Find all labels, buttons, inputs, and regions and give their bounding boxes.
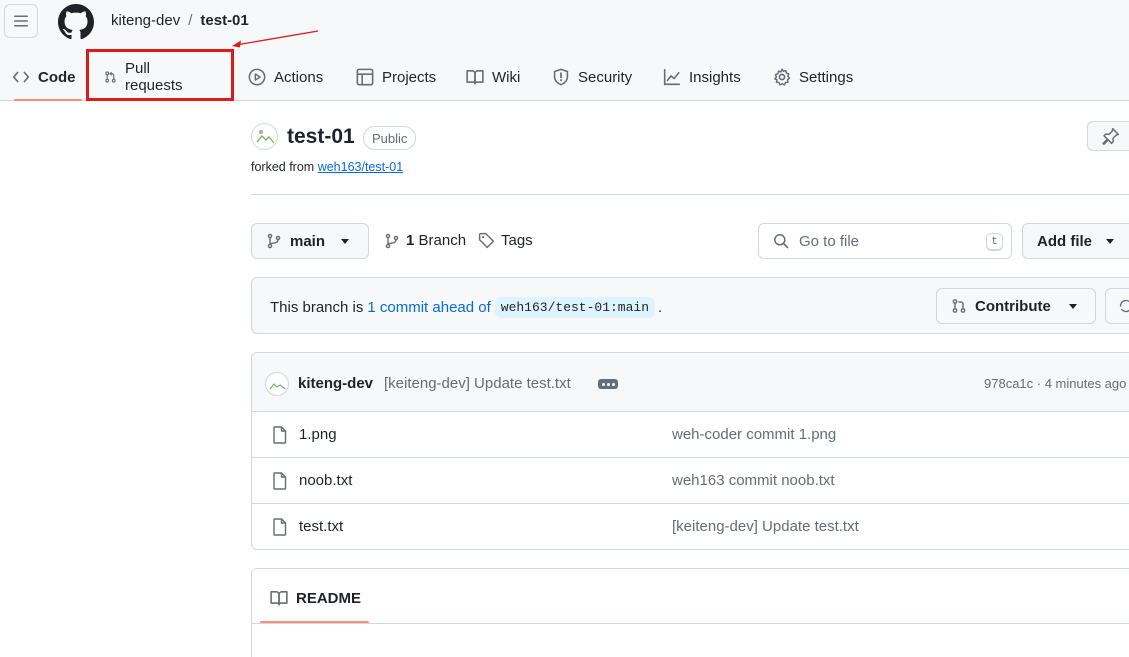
file-last-commit[interactable]: weh-coder commit 1.png: [672, 426, 836, 443]
annotation-highlight-box: [86, 49, 234, 101]
file-last-commit[interactable]: weh163 commit noob.txt: [672, 472, 835, 489]
github-logo-icon[interactable]: [58, 4, 94, 40]
tab-insights-label: Insights: [689, 68, 741, 86]
file-row[interactable]: 1.png weh-coder commit 1.png: [252, 412, 1129, 458]
forked-from-link[interactable]: weh163/test-01: [318, 160, 403, 174]
tab-actions-label: Actions: [274, 68, 324, 86]
breadcrumb-separator: /: [188, 12, 193, 29]
commits-ahead-link[interactable]: 1 commit ahead of: [367, 299, 490, 316]
broken-image-icon: [269, 383, 286, 390]
divider: [251, 194, 1129, 195]
contribute-label: Contribute: [975, 297, 1051, 315]
chevron-down-icon: [1106, 238, 1114, 244]
git-branch-icon: [385, 233, 399, 248]
contribute-button[interactable]: Contribute: [936, 288, 1096, 324]
tab-security-label: Security: [578, 68, 633, 86]
branch-count-value: 1: [406, 232, 415, 249]
go-to-file-input[interactable]: [799, 232, 969, 250]
branch-ahead-text: This branch is 1 commit ahead of weh163/…: [270, 297, 662, 318]
git-pull-request-icon: [952, 299, 966, 313]
go-to-file-search[interactable]: t: [758, 223, 1012, 259]
tab-wiki[interactable]: Wiki: [466, 54, 520, 100]
readme-panel: README: [251, 568, 1129, 657]
breadcrumb: kiteng-dev / test-01: [111, 12, 249, 29]
search-icon: [774, 234, 789, 249]
breadcrumb-owner-link[interactable]: kiteng-dev: [111, 12, 180, 29]
tab-code[interactable]: Code: [12, 54, 81, 101]
file-name[interactable]: test.txt: [299, 518, 343, 535]
keyboard-shortcut-hint: t: [986, 233, 1003, 251]
chevron-down-icon: [1068, 303, 1077, 309]
tab-insights[interactable]: Insights: [663, 54, 741, 100]
commit-author[interactable]: kiteng-dev: [298, 375, 373, 392]
ahead-prefix: This branch is: [270, 299, 364, 316]
file-row[interactable]: test.txt [keiteng-dev] Update test.txt: [252, 504, 1129, 549]
repo-owner-avatar: [251, 123, 278, 150]
tab-projects-label: Projects: [382, 68, 437, 86]
tab-security[interactable]: Security: [552, 54, 632, 100]
latest-commit-row: kiteng-dev [keiteng-dev] Update test.txt…: [252, 353, 1129, 412]
sync-fork-button[interactable]: [1105, 288, 1129, 324]
tag-icon: [478, 232, 495, 249]
tags-label: Tags: [501, 232, 533, 249]
tab-settings-label: Settings: [799, 68, 854, 86]
tab-settings[interactable]: Settings: [773, 54, 853, 100]
play-icon: [248, 68, 266, 86]
code-icon: [12, 71, 30, 83]
tab-wiki-label: Wiki: [492, 68, 521, 86]
hamburger-icon: [14, 15, 28, 27]
book-icon: [466, 70, 484, 85]
readme-tab[interactable]: README: [270, 589, 361, 607]
branch-count-label: Branch: [418, 232, 467, 249]
tab-code-label: Code: [38, 68, 76, 86]
annotation-arrow-icon: [232, 30, 319, 48]
commit-meta[interactable]: 978ca1c · 4 minutes ago: [984, 376, 1126, 391]
commit-message[interactable]: [keiteng-dev] Update test.txt: [384, 375, 571, 392]
branches-link[interactable]: 1 Branch: [384, 232, 466, 249]
ahead-suffix: .: [658, 299, 663, 316]
shield-icon: [553, 68, 569, 86]
commit-author-avatar[interactable]: [265, 372, 289, 396]
tags-link[interactable]: Tags: [478, 232, 533, 249]
pin-icon: [1102, 127, 1120, 145]
branch-selector-button[interactable]: main: [251, 223, 369, 259]
forked-from-prefix: forked from: [251, 160, 315, 174]
pin-button[interactable]: [1087, 121, 1129, 151]
readme-label: README: [296, 589, 362, 607]
branch-name: main: [290, 232, 326, 250]
visibility-badge: Public: [363, 126, 417, 150]
git-branch-icon: [267, 233, 281, 249]
tab-projects[interactable]: Projects: [356, 54, 436, 100]
menu-button[interactable]: [4, 4, 38, 38]
broken-image-icon: [256, 130, 275, 144]
breadcrumb-repo-link[interactable]: test-01: [200, 12, 248, 29]
file-name[interactable]: noob.txt: [299, 472, 352, 489]
branch-ahead-banner: This branch is 1 commit ahead of weh163/…: [251, 277, 1129, 334]
forked-from-line: forked from weh163/test-01: [251, 160, 403, 174]
file-icon: [273, 426, 287, 444]
sync-icon: [1119, 299, 1129, 313]
graph-icon: [663, 68, 681, 86]
file-name[interactable]: 1.png: [299, 426, 337, 443]
chevron-down-icon: [341, 238, 350, 244]
file-row[interactable]: noob.txt weh163 commit noob.txt: [252, 458, 1129, 504]
book-icon: [270, 591, 288, 606]
commit-ellipsis-button[interactable]: [598, 379, 618, 389]
table-icon: [356, 68, 374, 86]
file-listing: kiteng-dev [keiteng-dev] Update test.txt…: [251, 352, 1129, 550]
tab-actions[interactable]: Actions: [248, 54, 323, 100]
add-file-button[interactable]: Add file: [1022, 223, 1129, 259]
repo-title[interactable]: test-01: [287, 125, 355, 149]
file-icon: [273, 472, 287, 490]
file-icon: [273, 518, 287, 536]
file-last-commit[interactable]: [keiteng-dev] Update test.txt: [672, 518, 859, 535]
upstream-ref: weh163/test-01:main: [494, 297, 656, 318]
gear-icon: [774, 68, 791, 86]
divider: [252, 623, 1129, 624]
add-file-label: Add file: [1037, 232, 1092, 250]
